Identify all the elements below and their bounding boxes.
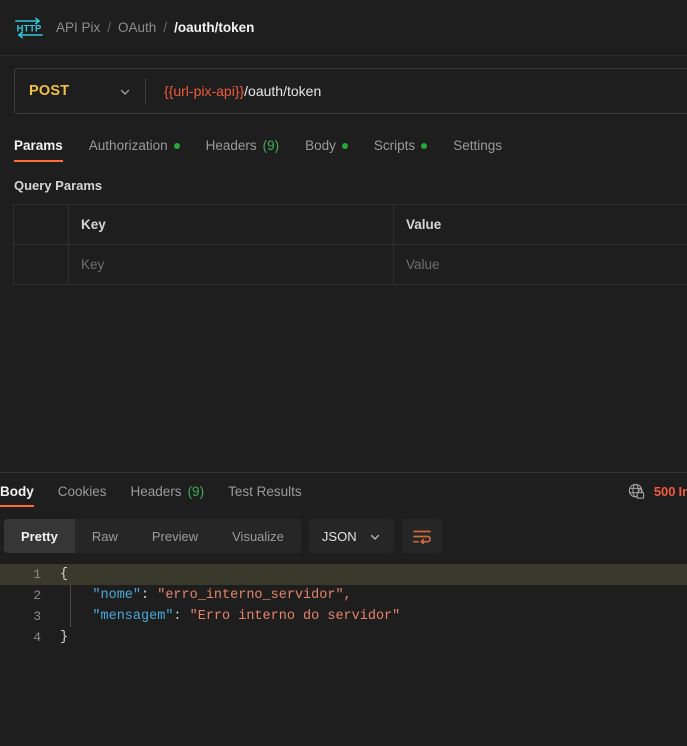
response-format-toolbar: Pretty Raw Preview Visualize JSON — [0, 507, 687, 553]
response-tab-cookies-label: Cookies — [57, 484, 107, 499]
indent-guide — [70, 585, 71, 627]
svg-text:HTTP: HTTP — [17, 23, 42, 34]
tab-params-label: Params — [14, 138, 63, 153]
url-input[interactable]: {{url-pix-api}}/oauth/token — [146, 83, 321, 99]
table-header-row: Key Value — [13, 204, 687, 245]
json-token: "Erro interno do servidor" — [189, 609, 401, 624]
response-tab-body-label: Body — [0, 484, 34, 499]
line-content: { — [52, 567, 68, 582]
tab-authorization-label: Authorization — [88, 138, 168, 153]
status-message: Internal Se — [678, 484, 687, 499]
chevron-down-icon — [119, 85, 131, 97]
response-language-label: JSON — [321, 528, 357, 544]
tab-headers-label: Headers — [205, 138, 257, 153]
json-token: : — [173, 609, 190, 624]
status-dot-icon — [341, 142, 348, 149]
response-body-viewer[interactable]: 1 { 2 "nome": "erro_interno_servidor", 3… — [0, 564, 687, 648]
format-tab-raw[interactable]: Raw — [75, 519, 135, 553]
breadcrumb-bar: HTTP API Pix / OAuth / /oauth/token — [0, 0, 687, 56]
chevron-down-icon — [369, 530, 381, 542]
word-wrap-button[interactable] — [401, 519, 442, 553]
code-line[interactable]: 1 { — [0, 564, 687, 585]
json-token: { — [60, 567, 69, 582]
line-number: 1 — [33, 567, 41, 582]
url-bar: POST {{url-pix-api}}/oauth/token — [14, 68, 687, 114]
json-token: "nome" — [60, 588, 142, 603]
status-code: 500 — [653, 484, 676, 499]
http-protocol-icon: HTTP — [14, 16, 44, 39]
tab-settings-label: Settings — [453, 138, 502, 153]
tab-body[interactable]: Body — [305, 138, 348, 162]
line-number: 4 — [33, 630, 41, 645]
column-checkbox — [13, 204, 69, 245]
line-content: } — [52, 630, 68, 645]
breadcrumb-item-collection[interactable]: API Pix — [56, 20, 100, 35]
response-status-area: 500Internal Se — [628, 483, 687, 500]
column-header-key: Key — [68, 204, 394, 245]
format-tab-pretty[interactable]: Pretty — [4, 519, 75, 553]
response-tab-cookies[interactable]: Cookies — [58, 484, 107, 507]
breadcrumb-separator: / — [163, 20, 168, 35]
code-line[interactable]: 4 } — [0, 627, 687, 648]
json-token: } — [60, 630, 69, 645]
response-language-select[interactable]: JSON — [308, 519, 394, 553]
tab-body-label: Body — [305, 138, 336, 153]
line-content: "nome": "erro_interno_servidor", — [52, 588, 352, 603]
breadcrumb-separator: / — [107, 20, 112, 35]
json-token: "erro_interno_servidor", — [157, 588, 352, 603]
status-dot-icon — [173, 142, 180, 149]
code-line[interactable]: 2 "nome": "erro_interno_servidor", — [0, 585, 687, 606]
tab-authorization[interactable]: Authorization — [89, 138, 180, 162]
query-params-table: Key Value Key Value — [13, 204, 687, 285]
response-tab-test-results[interactable]: Test Results — [228, 484, 302, 507]
http-method-label: POST — [29, 83, 70, 99]
format-tab-preview[interactable]: Preview — [135, 519, 215, 553]
format-tab-visualize[interactable]: Visualize — [215, 519, 301, 553]
response-tab-test-results-label: Test Results — [228, 484, 302, 499]
breadcrumb-item-folder[interactable]: OAuth — [118, 20, 156, 35]
response-tab-headers[interactable]: Headers (9) — [131, 484, 205, 507]
url-bar-container: POST {{url-pix-api}}/oauth/token — [0, 56, 687, 126]
response-tabs-row: Body Cookies Headers (9) Test Results 50… — [0, 473, 687, 507]
row-checkbox-cell[interactable] — [13, 244, 69, 285]
word-wrap-icon — [412, 529, 431, 544]
line-number: 2 — [33, 588, 41, 603]
request-tabs: Params Authorization Headers (9) Body Sc… — [0, 126, 687, 162]
line-content: "mensagem": "Erro interno do servidor" — [52, 609, 400, 624]
response-tab-headers-label: Headers — [130, 484, 182, 499]
response-tabs: Body Cookies Headers (9) Test Results — [0, 484, 302, 507]
query-params-title: Query Params — [14, 178, 103, 193]
tab-params[interactable]: Params — [14, 138, 63, 162]
tab-settings[interactable]: Settings — [453, 138, 502, 162]
json-token: : — [141, 588, 158, 603]
json-token: "mensagem" — [60, 609, 174, 624]
breadcrumb-item-request[interactable]: /oauth/token — [174, 20, 254, 35]
tab-scripts-label: Scripts — [373, 138, 416, 153]
http-method-selector[interactable]: POST — [15, 69, 145, 113]
globe-lock-icon[interactable] — [628, 483, 645, 500]
tab-headers[interactable]: Headers (9) — [206, 138, 280, 162]
url-path: /oauth/token — [244, 83, 322, 99]
param-key-input[interactable]: Key — [68, 244, 394, 285]
column-header-value: Value — [393, 204, 687, 245]
status-badge: 500Internal Se — [654, 484, 687, 499]
line-number: 3 — [33, 609, 41, 624]
status-dot-icon — [421, 142, 428, 149]
param-value-input[interactable]: Value — [393, 244, 687, 285]
response-tab-body[interactable]: Body — [0, 484, 34, 507]
url-variable: {{url-pix-api}} — [164, 83, 245, 99]
table-row[interactable]: Key Value — [13, 244, 687, 285]
response-tab-headers-count: (9) — [187, 484, 205, 499]
format-tab-group: Pretty Raw Preview Visualize — [4, 519, 301, 553]
code-line[interactable]: 3 "mensagem": "Erro interno do servidor" — [0, 606, 687, 627]
tab-scripts[interactable]: Scripts — [373, 138, 428, 162]
tab-headers-count: (9) — [262, 138, 280, 153]
